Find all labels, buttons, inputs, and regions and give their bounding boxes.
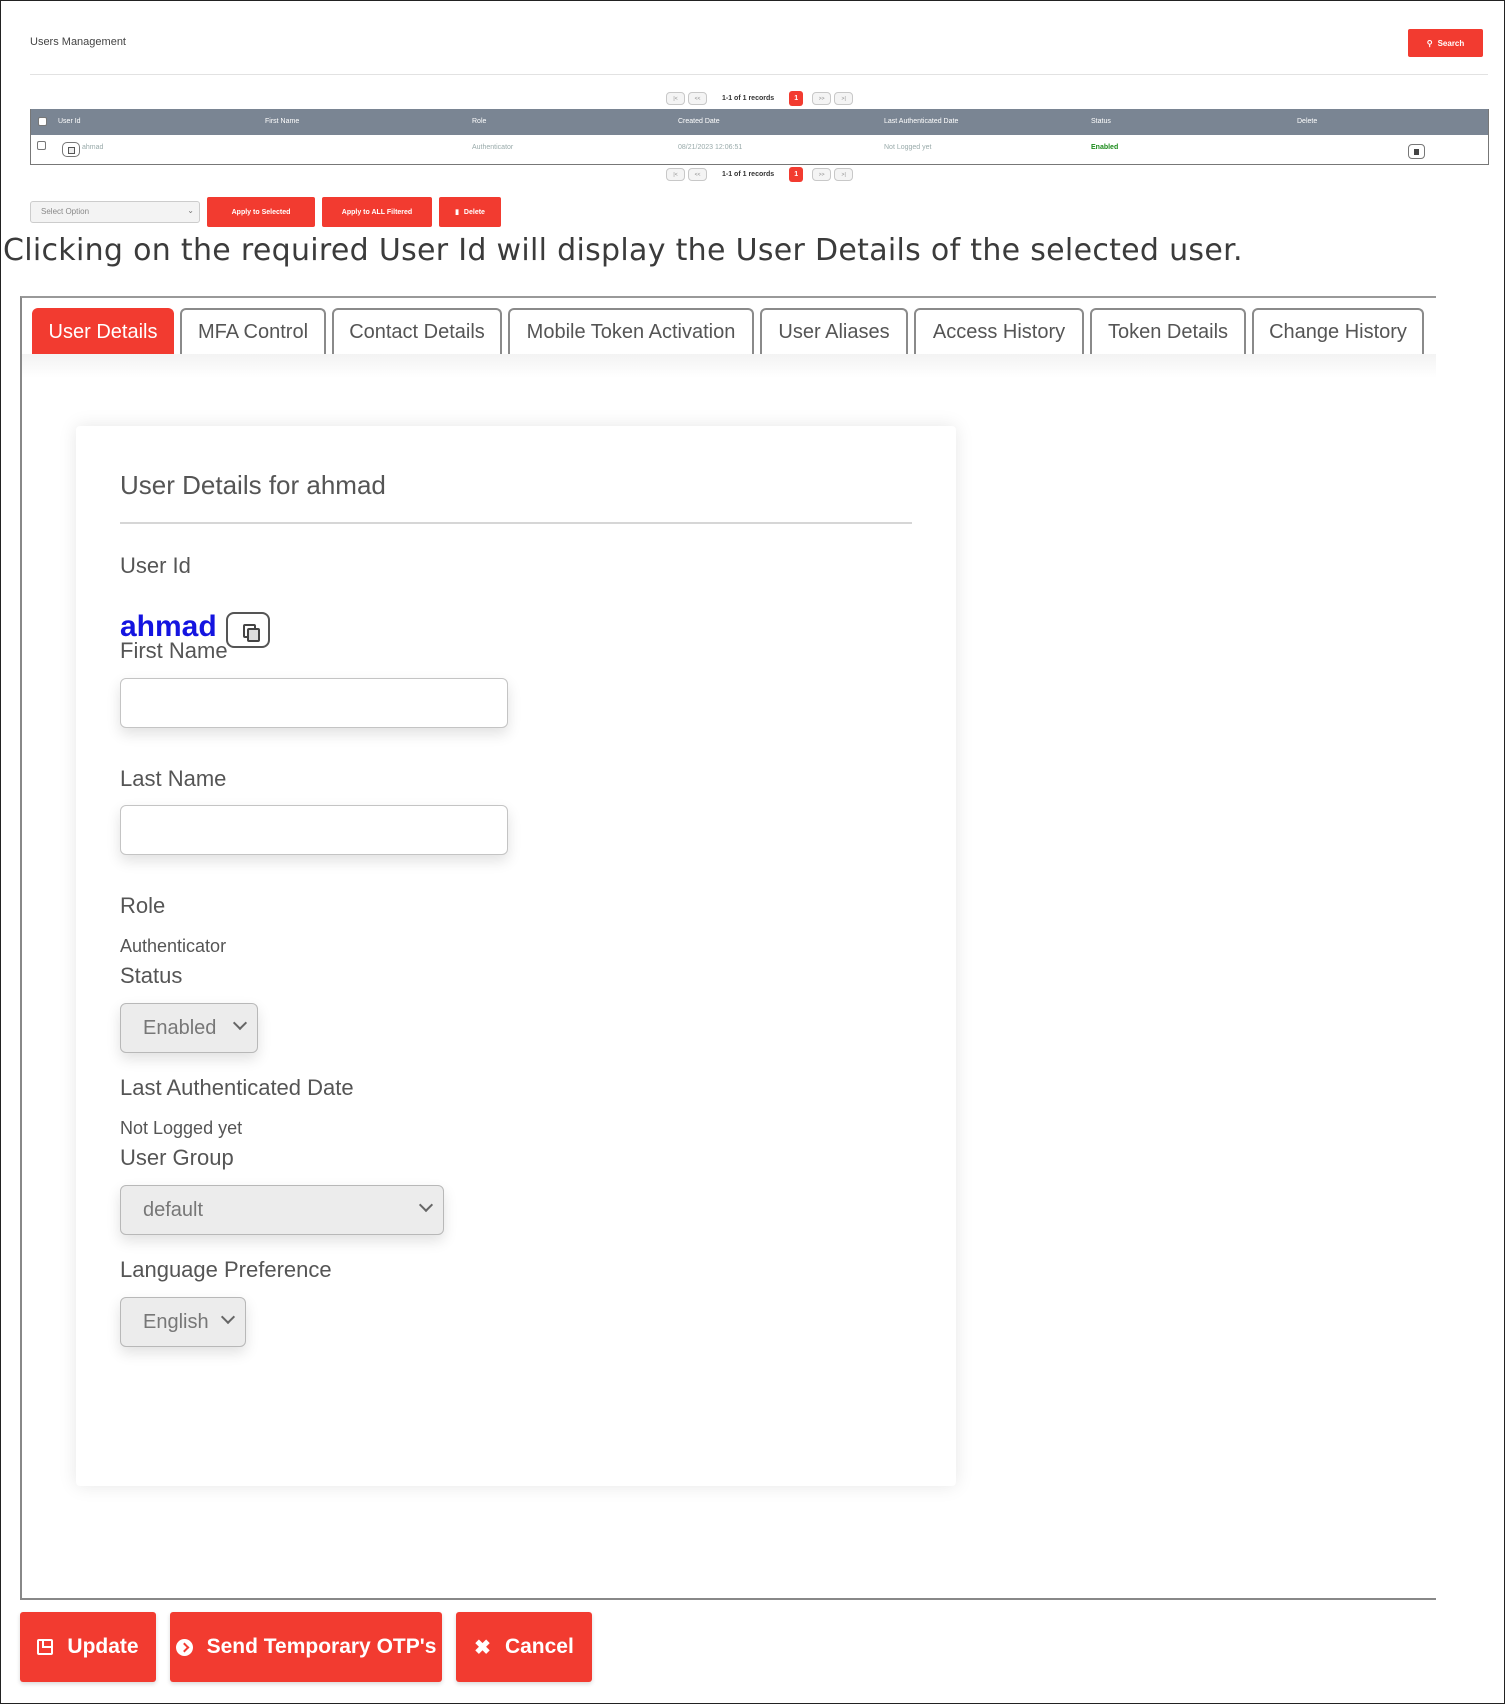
first-page-button[interactable]: |< <box>666 92 685 105</box>
tab-mobile-token-activation[interactable]: Mobile Token Activation <box>508 308 754 354</box>
cancel-button-label: Cancel <box>504 1635 574 1658</box>
user-group-select-value: default <box>143 1198 204 1221</box>
card-title: User Details for ahmad <box>120 470 386 500</box>
delete-icon[interactable] <box>1408 144 1425 159</box>
copy-icon[interactable] <box>62 142 80 157</box>
next-page-button[interactable]: >> <box>812 168 832 181</box>
role-label: Role <box>120 893 166 918</box>
records-info: 1-1 of 1 records <box>722 95 775 102</box>
pager-top: |< << 1-1 of 1 records 1 >> >| <box>666 91 854 106</box>
status-select[interactable]: Enabled <box>120 1003 258 1053</box>
apply-to-selected-button[interactable]: Apply to Selected <box>207 197 315 227</box>
last-name-field[interactable] <box>120 805 508 855</box>
last-page-button[interactable]: >| <box>834 168 854 181</box>
column-header[interactable]: User Id <box>58 118 81 125</box>
column-header[interactable]: Role <box>472 118 486 125</box>
role-value: Authenticator <box>120 936 227 956</box>
user-id-link[interactable]: ahmad <box>82 144 103 151</box>
bulk-delete-label: Delete <box>463 208 485 216</box>
tab-contact-details[interactable]: Contact Details <box>332 308 502 354</box>
last-authenticated-label: Last Authenticated Date <box>120 1075 354 1100</box>
send-otp-button-label: Send Temporary OTP's <box>206 1635 437 1658</box>
first-page-button[interactable]: |< <box>666 168 685 181</box>
tabbar-shade <box>22 354 1436 378</box>
send-temporary-otp-button[interactable]: Send Temporary OTP's <box>170 1612 442 1682</box>
user-group-label: User Group <box>120 1145 234 1170</box>
first-name-label: First Name <box>120 638 228 663</box>
first-name-field[interactable] <box>120 678 508 728</box>
bulk-delete-button[interactable]: ▮ Delete <box>439 197 501 227</box>
language-select[interactable]: English <box>120 1297 246 1347</box>
select-all-checkbox[interactable] <box>38 117 47 126</box>
table-row: ahmad Authenticator 08/21/2023 12:06:51 … <box>31 135 1488 164</box>
update-button[interactable]: Update <box>20 1612 156 1682</box>
apply-to-all-button[interactable]: Apply to ALL Filtered <box>322 197 432 227</box>
tab-mfa-control[interactable]: MFA Control <box>180 308 326 354</box>
last-name-label: Last Name <box>120 766 227 791</box>
tab-user-details[interactable]: User Details <box>32 308 174 354</box>
row-checkbox[interactable] <box>37 141 46 150</box>
prev-page-button[interactable]: << <box>688 168 707 181</box>
users-management-panel: Users Management ⚲ Search |< << 1-1 of 1… <box>2 2 1503 230</box>
user-details-card: User Details for ahmad User Id ahmad Fir… <box>76 426 956 1486</box>
search-icon: ⚲ <box>1426 38 1433 48</box>
trash-icon: ▮ <box>455 209 459 216</box>
prev-page-button[interactable]: << <box>688 92 707 105</box>
divider <box>120 522 912 524</box>
tab-change-history[interactable]: Change History <box>1252 308 1424 354</box>
last-page-button[interactable]: >| <box>834 92 854 105</box>
table-header: User Id First Name Role Created Date Las… <box>31 109 1488 135</box>
language-preference-label: Language Preference <box>120 1257 332 1282</box>
tab-access-history[interactable]: Access History <box>914 308 1084 354</box>
save-icon <box>37 1639 54 1655</box>
column-header: Delete <box>1297 118 1318 125</box>
column-header[interactable]: Status <box>1091 118 1111 125</box>
bulk-option-select[interactable]: Select Option ⌄ <box>30 201 200 223</box>
column-header[interactable]: Created Date <box>678 118 720 125</box>
status-select-value: Enabled <box>143 1016 217 1039</box>
user-details-panel: User Details MFA Control Contact Details… <box>2 296 1436 1699</box>
update-button-label: Update <box>67 1635 139 1658</box>
role-cell: Authenticator <box>472 144 514 151</box>
next-page-button[interactable]: >> <box>812 92 832 105</box>
last-auth-cell: Not Logged yet <box>884 144 932 151</box>
arrow-circle-icon <box>175 1638 193 1656</box>
pager-bottom: |< << 1-1 of 1 records 1 >> >| <box>666 167 854 182</box>
tab-token-details[interactable]: Token Details <box>1090 308 1246 354</box>
chevron-down-icon <box>418 1197 434 1213</box>
divider <box>30 74 1488 75</box>
cancel-button[interactable]: ✖ Cancel <box>456 1612 592 1682</box>
last-authenticated-value: Not Logged yet <box>120 1118 243 1138</box>
records-info: 1-1 of 1 records <box>722 171 775 178</box>
bulk-actions: Select Option ⌄ Apply to Selected Apply … <box>30 197 501 227</box>
action-bar: Update Send Temporary OTP's ✖ Cancel <box>20 1612 592 1682</box>
user-details-container: User Details MFA Control Contact Details… <box>20 296 1436 1600</box>
tab-bar: User Details MFA Control Contact Details… <box>32 308 1424 354</box>
language-select-value: English <box>143 1310 209 1333</box>
user-group-select[interactable]: default <box>120 1185 444 1235</box>
user-id-label: User Id <box>120 553 191 578</box>
current-page[interactable]: 1 <box>789 91 804 106</box>
status-label: Status <box>120 963 183 988</box>
users-management-title: Users Management <box>30 36 126 48</box>
column-header[interactable]: Last Authenticated Date <box>884 118 958 125</box>
chevron-down-icon <box>220 1309 236 1325</box>
status-badge: Enabled <box>1091 144 1119 151</box>
search-button[interactable]: ⚲ Search <box>1408 29 1483 57</box>
created-date-cell: 08/21/2023 12:06:51 <box>678 144 743 151</box>
bulk-option-placeholder: Select Option <box>41 207 90 216</box>
close-icon: ✖ <box>474 1636 491 1659</box>
current-page[interactable]: 1 <box>789 167 804 182</box>
tab-user-aliases[interactable]: User Aliases <box>760 308 908 354</box>
users-table: User Id First Name Role Created Date Las… <box>30 109 1489 165</box>
caption-text: Clicking on the required User Id will di… <box>3 233 1243 268</box>
copy-icon[interactable] <box>226 612 270 648</box>
chevron-down-icon <box>232 1015 248 1031</box>
column-header[interactable]: First Name <box>265 118 299 125</box>
search-button-label: Search <box>1437 38 1465 48</box>
chevron-down-icon: ⌄ <box>187 206 194 215</box>
